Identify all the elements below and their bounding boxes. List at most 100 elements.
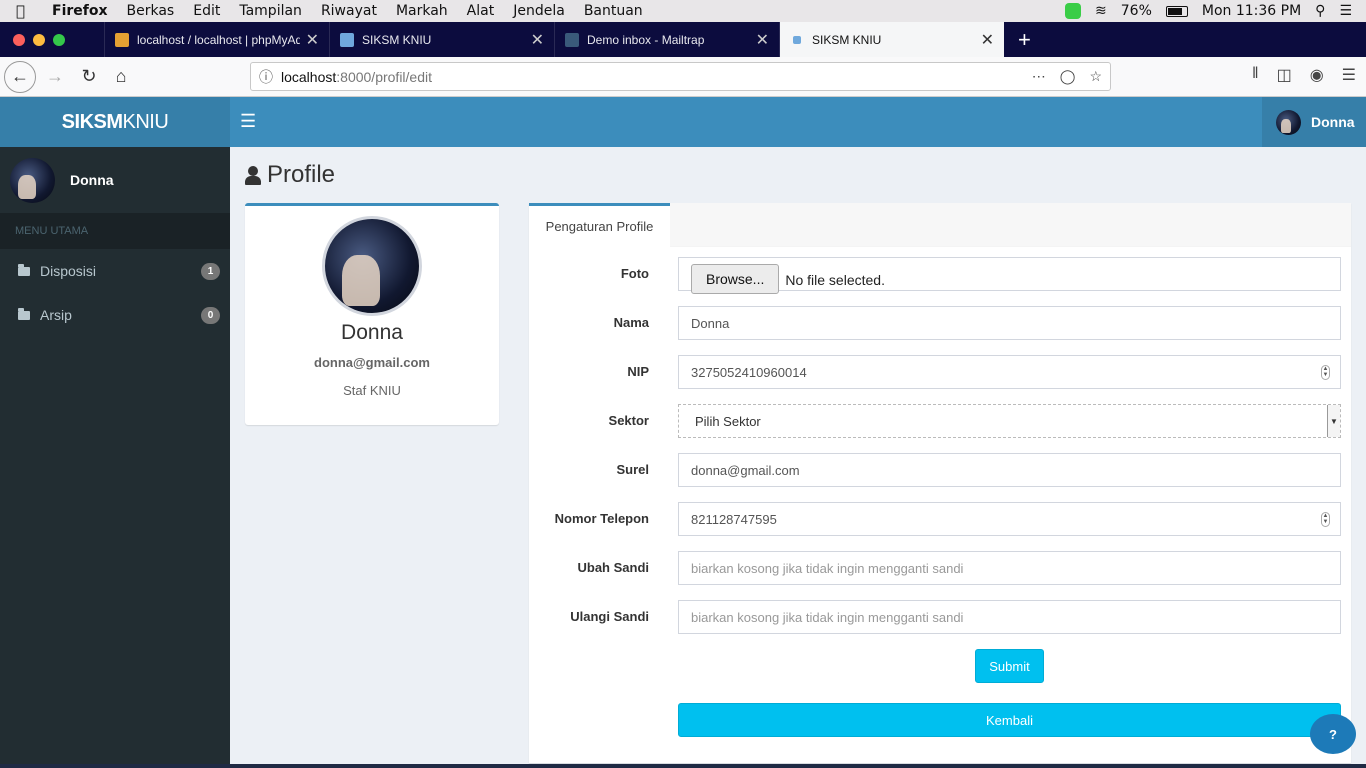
user-menu[interactable]: Donna bbox=[1262, 97, 1366, 147]
menu-app[interactable]: Firefox bbox=[52, 3, 108, 19]
submit-button[interactable]: Submit bbox=[975, 649, 1044, 683]
menu-jendela[interactable]: Jendela bbox=[513, 3, 565, 19]
browser-tab-mailtrap[interactable]: Demo inbox - Mailtrap ✕ bbox=[554, 22, 779, 57]
clock[interactable]: Mon 11:36 PM bbox=[1202, 3, 1301, 19]
menu-alat[interactable]: Alat bbox=[467, 3, 495, 19]
kembali-button[interactable]: Kembali bbox=[678, 703, 1341, 737]
sektor-selected-value: Pilih Sektor bbox=[695, 413, 761, 429]
tab-title: Demo inbox - Mailtrap bbox=[587, 32, 705, 47]
sidebar: Donna MENU UTAMA Disposisi 1 Arsip 0 bbox=[0, 147, 230, 768]
apple-icon[interactable]:  bbox=[16, 2, 42, 20]
ubah-sandi-input[interactable]: biarkan kosong jika tidak ingin menggant… bbox=[678, 551, 1341, 585]
menu-tampilan[interactable]: Tampilan bbox=[239, 3, 302, 19]
nip-input[interactable]: 3275052410960014 ▲ ▼ bbox=[678, 355, 1341, 389]
forward-button[interactable]: → bbox=[40, 62, 70, 92]
home-button[interactable]: ⌂ bbox=[106, 62, 136, 92]
tab-title: localhost / localhost | phpMyAd bbox=[137, 32, 300, 47]
main-content: Profile Donna donna@gmail.com Staf KNIU … bbox=[230, 147, 1366, 768]
menu-icon[interactable]: ☰ bbox=[1342, 65, 1356, 85]
browser-tabbar: localhost / localhost | phpMyAd ✕ SIKSM … bbox=[0, 22, 1366, 57]
close-window-icon[interactable] bbox=[13, 33, 25, 46]
sektor-select[interactable]: Pilih Sektor ▼ bbox=[678, 404, 1341, 438]
new-tab-button[interactable]: + bbox=[1004, 22, 1045, 57]
menu-berkas[interactable]: Berkas bbox=[127, 3, 175, 19]
close-tab-icon[interactable]: ✕ bbox=[531, 30, 544, 50]
page-actions-icon[interactable]: ⋯ bbox=[1032, 68, 1046, 85]
menubar-status: ≋ 76% Mon 11:36 PM ⚲ ☰ bbox=[1065, 0, 1352, 22]
form-row-foto: Foto Browse... No file selected. bbox=[529, 257, 1351, 294]
tab-title: SIKSM KNIU bbox=[362, 32, 432, 47]
account-icon[interactable]: ◉ bbox=[1310, 65, 1324, 85]
browser-tab-siksm-active[interactable]: SIKSM KNIU ✕ bbox=[779, 22, 1004, 57]
foto-label: Foto bbox=[620, 266, 649, 281]
menu-bantuan[interactable]: Bantuan bbox=[584, 3, 643, 19]
folder-icon bbox=[18, 263, 30, 276]
sidebar-toggle-hamburger-icon[interactable]: ☰ bbox=[240, 111, 256, 132]
nama-input[interactable]: Donna bbox=[678, 306, 1341, 340]
form-row-sektor: Sektor Pilih Sektor ▼ bbox=[529, 404, 1351, 438]
browser-tab-phpmyadmin[interactable]: localhost / localhost | phpMyAd ✕ bbox=[104, 22, 329, 57]
surel-input[interactable]: donna@gmail.com bbox=[678, 453, 1341, 487]
siksm-favicon-icon bbox=[793, 35, 801, 44]
profile-card: Donna donna@gmail.com Staf KNIU bbox=[245, 203, 499, 425]
sidebar-toggle-icon[interactable]: ◫ bbox=[1277, 65, 1292, 85]
menu-edit[interactable]: Edit bbox=[193, 3, 220, 19]
app-logo[interactable]: SIKSM KNIU bbox=[0, 97, 230, 147]
page-title-text: Profile bbox=[267, 161, 336, 188]
pocket-icon[interactable]: ◯ bbox=[1060, 68, 1076, 85]
url-path: :8000/profil/edit bbox=[336, 68, 432, 85]
telepon-input[interactable]: 821128747595 ▲ ▼ bbox=[678, 502, 1341, 536]
minimize-window-icon[interactable] bbox=[33, 33, 45, 46]
ulangi-sandi-label: Ulangi Sandi bbox=[570, 609, 649, 624]
ulangi-sandi-input[interactable]: biarkan kosong jika tidak ingin menggant… bbox=[678, 600, 1341, 634]
url-host: localhost bbox=[281, 68, 337, 85]
sidebar-item-arsip[interactable]: Arsip 0 bbox=[0, 293, 230, 337]
chevron-down-icon[interactable]: ▼ bbox=[1327, 405, 1340, 437]
battery-icon[interactable] bbox=[1165, 5, 1188, 17]
number-spinner-icon[interactable]: ▲ ▼ bbox=[1321, 512, 1330, 527]
browser-toolbar-right: ‖ ◫ ◉ ☰ bbox=[1252, 65, 1356, 85]
sidebar-section-header: MENU UTAMA bbox=[0, 213, 230, 249]
url-actions: ⋯ ◯ ☆ bbox=[1032, 68, 1102, 85]
menu-markah[interactable]: Markah bbox=[396, 3, 448, 19]
foto-file-input[interactable]: Browse... No file selected. bbox=[678, 257, 1341, 294]
count-badge: 1 bbox=[201, 262, 220, 280]
profile-email: donna@gmail.com bbox=[314, 355, 430, 370]
line-icon[interactable] bbox=[1065, 3, 1082, 19]
dock-edge bbox=[0, 764, 1366, 768]
reload-button[interactable]: ↻ bbox=[74, 62, 104, 92]
surel-label: Surel bbox=[616, 462, 649, 477]
url-bar[interactable]: ⓘ localhost:8000/profil/edit ⋯ ◯ ☆ bbox=[250, 62, 1111, 91]
spotlight-icon[interactable]: ⚲ bbox=[1315, 3, 1325, 19]
form-row-ulangi-sandi: Ulangi Sandi biarkan kosong jika tidak i… bbox=[529, 600, 1351, 634]
menu-riwayat[interactable]: Riwayat bbox=[321, 3, 377, 19]
library-icon[interactable]: ‖ bbox=[1252, 65, 1259, 85]
tab-pengaturan-profile[interactable]: Pengaturan Profile bbox=[529, 203, 670, 247]
browse-button[interactable]: Browse... bbox=[691, 264, 780, 294]
logo-bold: SIKSM bbox=[61, 110, 123, 133]
folder-icon bbox=[18, 307, 30, 320]
battery-text[interactable]: 76% bbox=[1121, 3, 1152, 19]
help-button[interactable]: ? bbox=[1310, 714, 1356, 754]
bookmark-star-icon[interactable]: ☆ bbox=[1089, 68, 1102, 85]
siksm-favicon-icon bbox=[340, 32, 354, 47]
sidebar-user-panel: Donna bbox=[0, 147, 230, 213]
avatar bbox=[10, 157, 55, 203]
close-tab-icon[interactable]: ✕ bbox=[306, 30, 319, 50]
notification-center-icon[interactable]: ☰ bbox=[1339, 3, 1352, 19]
number-spinner-icon[interactable]: ▲ ▼ bbox=[1321, 365, 1330, 380]
form-row-telepon: Nomor Telepon 821128747595 ▲ ▼ bbox=[529, 502, 1351, 536]
maximize-window-icon[interactable] bbox=[53, 33, 65, 46]
site-info-icon[interactable]: ⓘ bbox=[251, 67, 281, 87]
browser-tab-siksm[interactable]: SIKSM KNIU ✕ bbox=[329, 22, 554, 57]
sidebar-item-disposisi[interactable]: Disposisi 1 bbox=[0, 249, 230, 293]
telepon-value: 821128747595 bbox=[691, 511, 777, 527]
profile-name: Donna bbox=[341, 321, 403, 344]
back-button[interactable]: ← bbox=[4, 60, 36, 93]
nip-value: 3275052410960014 bbox=[691, 364, 807, 380]
close-tab-icon[interactable]: ✕ bbox=[756, 30, 769, 50]
close-tab-icon[interactable]: ✕ bbox=[981, 30, 994, 50]
count-badge: 0 bbox=[201, 306, 220, 324]
header-username: Donna bbox=[1311, 114, 1355, 130]
wifi-icon[interactable]: ≋ bbox=[1095, 3, 1107, 19]
